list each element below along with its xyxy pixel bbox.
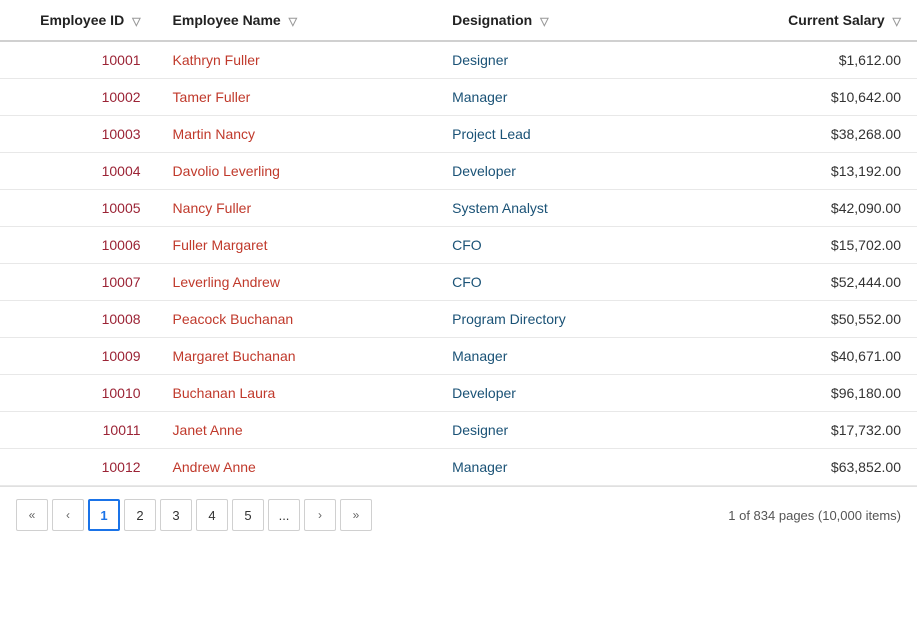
pagination-info: 1 of 834 pages (10,000 items)	[728, 508, 901, 523]
table-row: 10003Martin NancyProject Lead$38,268.00	[0, 116, 917, 153]
cell-salary: $96,180.00	[716, 375, 917, 412]
cell-salary: $52,444.00	[716, 264, 917, 301]
cell-employee-id: 10003	[0, 116, 157, 153]
cell-employee-id: 10006	[0, 227, 157, 264]
cell-designation: System Analyst	[436, 190, 716, 227]
page-1-button[interactable]: 1	[88, 499, 120, 531]
table-row: 10010Buchanan LauraDeveloper$96,180.00	[0, 375, 917, 412]
page-ellipsis-button[interactable]: ...	[268, 499, 300, 531]
cell-employee-name: Davolio Leverling	[157, 153, 437, 190]
cell-employee-id: 10004	[0, 153, 157, 190]
page-5-button[interactable]: 5	[232, 499, 264, 531]
cell-salary: $40,671.00	[716, 338, 917, 375]
designation-filter-icon[interactable]: ▽	[540, 15, 548, 28]
cell-designation: CFO	[436, 264, 716, 301]
cell-employee-id: 10002	[0, 79, 157, 116]
table-row: 10006Fuller MargaretCFO$15,702.00	[0, 227, 917, 264]
cell-designation: Developer	[436, 153, 716, 190]
table-row: 10011Janet AnneDesigner$17,732.00	[0, 412, 917, 449]
cell-employee-name: Buchanan Laura	[157, 375, 437, 412]
cell-salary: $13,192.00	[716, 153, 917, 190]
employee-name-filter-icon[interactable]: ▽	[289, 15, 297, 28]
cell-salary: $17,732.00	[716, 412, 917, 449]
page-3-button[interactable]: 3	[160, 499, 192, 531]
cell-employee-id: 10009	[0, 338, 157, 375]
last-page-button[interactable]: »	[340, 499, 372, 531]
cell-salary: $50,552.00	[716, 301, 917, 338]
cell-designation: Manager	[436, 449, 716, 486]
cell-employee-name: Tamer Fuller	[157, 79, 437, 116]
table-row: 10001Kathryn FullerDesigner$1,612.00	[0, 41, 917, 79]
cell-designation: Project Lead	[436, 116, 716, 153]
next-page-button[interactable]: ›	[304, 499, 336, 531]
cell-salary: $63,852.00	[716, 449, 917, 486]
cell-employee-id: 10005	[0, 190, 157, 227]
table-row: 10004Davolio LeverlingDeveloper$13,192.0…	[0, 153, 917, 190]
employee-table: Employee ID ▽ Employee Name ▽ Designatio…	[0, 0, 917, 486]
first-page-button[interactable]: «	[16, 499, 48, 531]
table-header-row: Employee ID ▽ Employee Name ▽ Designatio…	[0, 0, 917, 41]
cell-employee-name: Andrew Anne	[157, 449, 437, 486]
col-header-employee-id: Employee ID ▽	[0, 0, 157, 41]
cell-employee-id: 10001	[0, 41, 157, 79]
table-row: 10007Leverling AndrewCFO$52,444.00	[0, 264, 917, 301]
cell-designation: CFO	[436, 227, 716, 264]
table-body: 10001Kathryn FullerDesigner$1,612.001000…	[0, 41, 917, 486]
cell-salary: $42,090.00	[716, 190, 917, 227]
cell-salary: $15,702.00	[716, 227, 917, 264]
table-row: 10008Peacock BuchananProgram Directory$5…	[0, 301, 917, 338]
cell-employee-name: Peacock Buchanan	[157, 301, 437, 338]
cell-employee-name: Fuller Margaret	[157, 227, 437, 264]
cell-designation: Manager	[436, 79, 716, 116]
cell-employee-id: 10012	[0, 449, 157, 486]
table-row: 10009Margaret BuchananManager$40,671.00	[0, 338, 917, 375]
table-row: 10012Andrew AnneManager$63,852.00	[0, 449, 917, 486]
salary-filter-icon[interactable]: ▽	[893, 15, 901, 28]
cell-employee-id: 10008	[0, 301, 157, 338]
pagination-controls: « ‹ 1 2 3 4 5 ... › »	[16, 499, 372, 531]
cell-salary: $38,268.00	[716, 116, 917, 153]
cell-designation: Manager	[436, 338, 716, 375]
table-row: 10005Nancy FullerSystem Analyst$42,090.0…	[0, 190, 917, 227]
cell-salary: $1,612.00	[716, 41, 917, 79]
employee-id-filter-icon[interactable]: ▽	[132, 15, 140, 28]
page-4-button[interactable]: 4	[196, 499, 228, 531]
employee-table-container: Employee ID ▽ Employee Name ▽ Designatio…	[0, 0, 917, 543]
cell-designation: Program Directory	[436, 301, 716, 338]
cell-employee-name: Janet Anne	[157, 412, 437, 449]
cell-employee-name: Margaret Buchanan	[157, 338, 437, 375]
cell-designation: Developer	[436, 375, 716, 412]
cell-employee-id: 10011	[0, 412, 157, 449]
cell-employee-id: 10010	[0, 375, 157, 412]
pagination-bar: « ‹ 1 2 3 4 5 ... › » 1 of 834 pages (10…	[0, 486, 917, 543]
cell-employee-name: Nancy Fuller	[157, 190, 437, 227]
cell-designation: Designer	[436, 41, 716, 79]
col-header-employee-name: Employee Name ▽	[157, 0, 437, 41]
col-header-designation: Designation ▽	[436, 0, 716, 41]
cell-designation: Designer	[436, 412, 716, 449]
prev-page-button[interactable]: ‹	[52, 499, 84, 531]
cell-employee-name: Martin Nancy	[157, 116, 437, 153]
cell-employee-name: Kathryn Fuller	[157, 41, 437, 79]
table-row: 10002Tamer FullerManager$10,642.00	[0, 79, 917, 116]
cell-employee-id: 10007	[0, 264, 157, 301]
col-header-current-salary: Current Salary ▽	[716, 0, 917, 41]
page-2-button[interactable]: 2	[124, 499, 156, 531]
cell-employee-name: Leverling Andrew	[157, 264, 437, 301]
cell-salary: $10,642.00	[716, 79, 917, 116]
